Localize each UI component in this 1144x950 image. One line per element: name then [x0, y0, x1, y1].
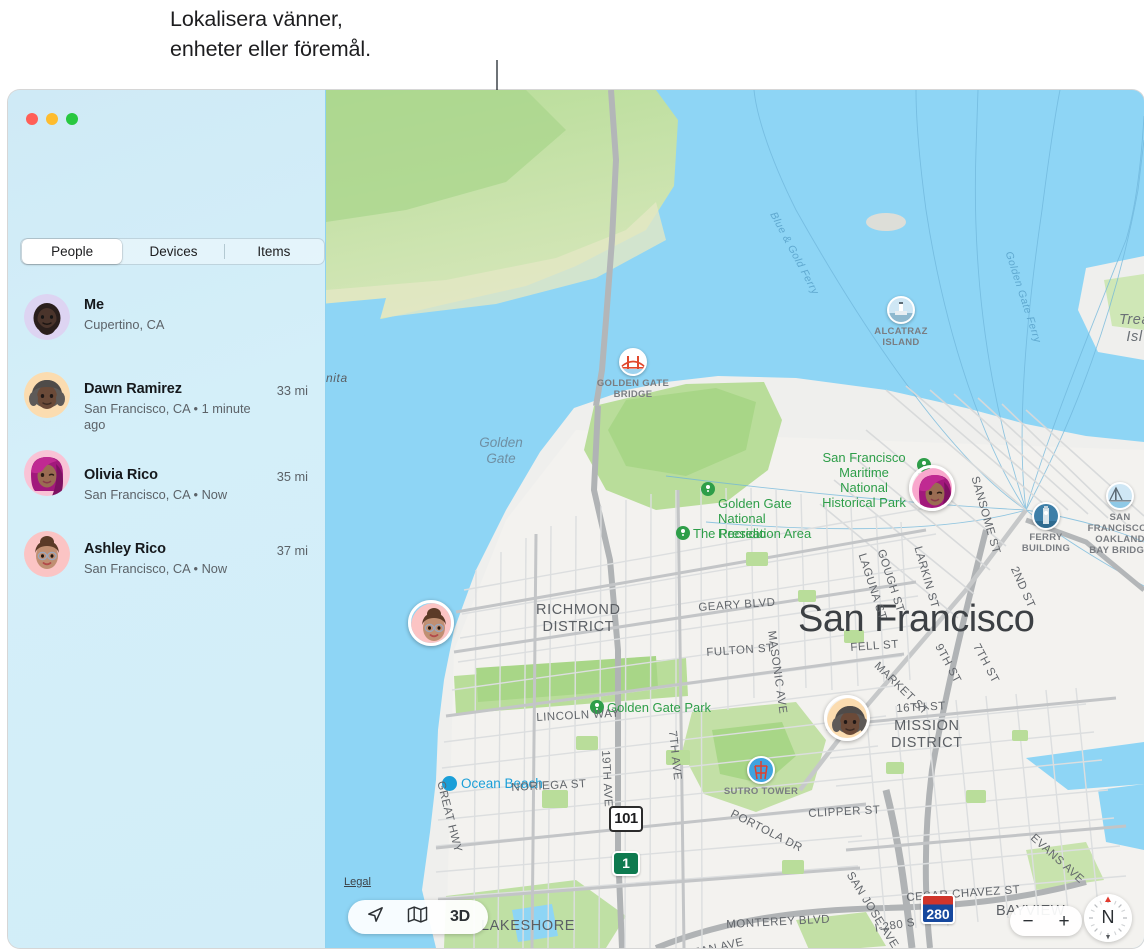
poi-ferry-building-label: FERRY BUILDING [1006, 532, 1086, 554]
close-button[interactable] [26, 113, 38, 125]
map-label-marin: nita [326, 370, 348, 387]
map-marker-dawn-ramirez[interactable] [824, 695, 870, 741]
map-label-presidio: The Presidio [676, 511, 766, 541]
screenshot-root: Lokalisera vänner, enheter eller föremål… [0, 0, 1144, 950]
person-distance: 33 mi [277, 383, 308, 398]
tab-items-label: Items [257, 244, 290, 259]
tab-items[interactable]: Items [224, 239, 324, 264]
person-detail: Cupertino, CA [84, 317, 254, 333]
poi-bay-bridge-label: SAN FRANCISCO– OAKLAND BAY BRIDGE [1086, 512, 1144, 556]
zoom-out-button[interactable]: − [1022, 912, 1033, 931]
person-detail: San Francisco, CA • Now [84, 487, 254, 503]
compass-north-label: N [1084, 907, 1132, 928]
bridge-icon [619, 348, 647, 376]
clocktower-icon [1032, 502, 1060, 530]
map-label-golden-gate-park-text: Golden Gate Park [607, 700, 711, 715]
zoom-controls: − + [1010, 906, 1082, 936]
person-distance: 37 mi [277, 543, 308, 558]
person-name: Me [84, 297, 104, 313]
window-traffic-lights [26, 113, 78, 125]
avatar [24, 531, 70, 577]
person-detail: San Francisco, CA • 1 minute ago [84, 401, 254, 433]
avatar [24, 372, 70, 418]
avatar [24, 450, 70, 496]
poi-golden-gate-bridge[interactable]: GOLDEN GATE BRIDGE [578, 348, 688, 400]
person-name: Olivia Rico [84, 467, 158, 483]
map-canvas[interactable]: Golden Gate nita Trea Isl San Francisco … [326, 90, 1144, 948]
person-name: Ashley Rico [84, 541, 166, 557]
tab-devices[interactable]: Devices [123, 239, 223, 264]
lighthouse-icon [887, 296, 915, 324]
map-mode-controls: 3D [348, 900, 488, 934]
person-name: Dawn Ramirez [84, 381, 182, 397]
poi-bay-bridge[interactable]: SAN FRANCISCO– OAKLAND BAY BRIDGE [1086, 482, 1144, 556]
map-label-mission: MISSION DISTRICT [891, 718, 963, 752]
three-d-toggle[interactable]: 3D [450, 908, 470, 926]
tab-people[interactable]: People [22, 239, 122, 264]
map-label-presidio-text: The Presidio [693, 526, 766, 541]
park-icon [701, 482, 715, 496]
compass-control[interactable]: N [1084, 894, 1132, 942]
map-marker-ashley-rico[interactable] [408, 600, 454, 646]
find-my-window: People Devices Items [8, 90, 1144, 948]
zoom-in-button[interactable]: + [1058, 912, 1069, 931]
person-distance: 35 mi [277, 469, 308, 484]
map-label-golden-gate: Golden Gate [466, 435, 536, 467]
poi-sutro-tower-label: SUTRO TOWER [711, 786, 811, 797]
tower-icon [747, 756, 775, 784]
callout-label: Lokalisera vänner, enheter eller föremål… [170, 4, 371, 64]
minimize-button[interactable] [46, 113, 58, 125]
map-label-lakeshore: LAKESHORE [481, 918, 575, 935]
route-shield-ca-1: 1 [612, 851, 640, 876]
tab-people-label: People [51, 244, 93, 259]
poi-sutro-tower[interactable]: SUTRO TOWER [711, 756, 811, 797]
park-icon [676, 526, 690, 540]
map-label-richmond: RICHMOND DISTRICT [536, 602, 621, 636]
route-shield-us-101: 101 [609, 806, 643, 832]
map-marker-olivia-rico[interactable] [909, 465, 955, 511]
person-detail: San Francisco, CA • Now [84, 561, 254, 577]
map-label-city: San Francisco [798, 598, 1034, 641]
tab-devices-label: Devices [149, 244, 197, 259]
segmented-tab-bar: People Devices Items [20, 238, 325, 265]
map-label-treasure-island: Trea Isl [1119, 312, 1144, 346]
avatar [24, 294, 70, 340]
legal-link[interactable]: Legal [344, 876, 371, 888]
poi-alcatraz-island-label: ALCATRAZ ISLAND [856, 326, 946, 348]
route-shield-i-280: 280 [921, 894, 955, 924]
poi-ferry-building[interactable]: FERRY BUILDING [1006, 502, 1086, 554]
poi-golden-gate-bridge-label: GOLDEN GATE BRIDGE [578, 378, 688, 400]
poi-alcatraz-island[interactable]: ALCATRAZ ISLAND [856, 296, 946, 348]
map-label-maritime-park-text: San Francisco Maritime National Historic… [822, 450, 906, 510]
location-arrow-icon[interactable] [366, 905, 385, 929]
folded-map-icon[interactable] [407, 905, 428, 929]
sidebar: People Devices Items [8, 90, 326, 948]
bridge-icon [1106, 482, 1134, 510]
zoom-button[interactable] [66, 113, 78, 125]
